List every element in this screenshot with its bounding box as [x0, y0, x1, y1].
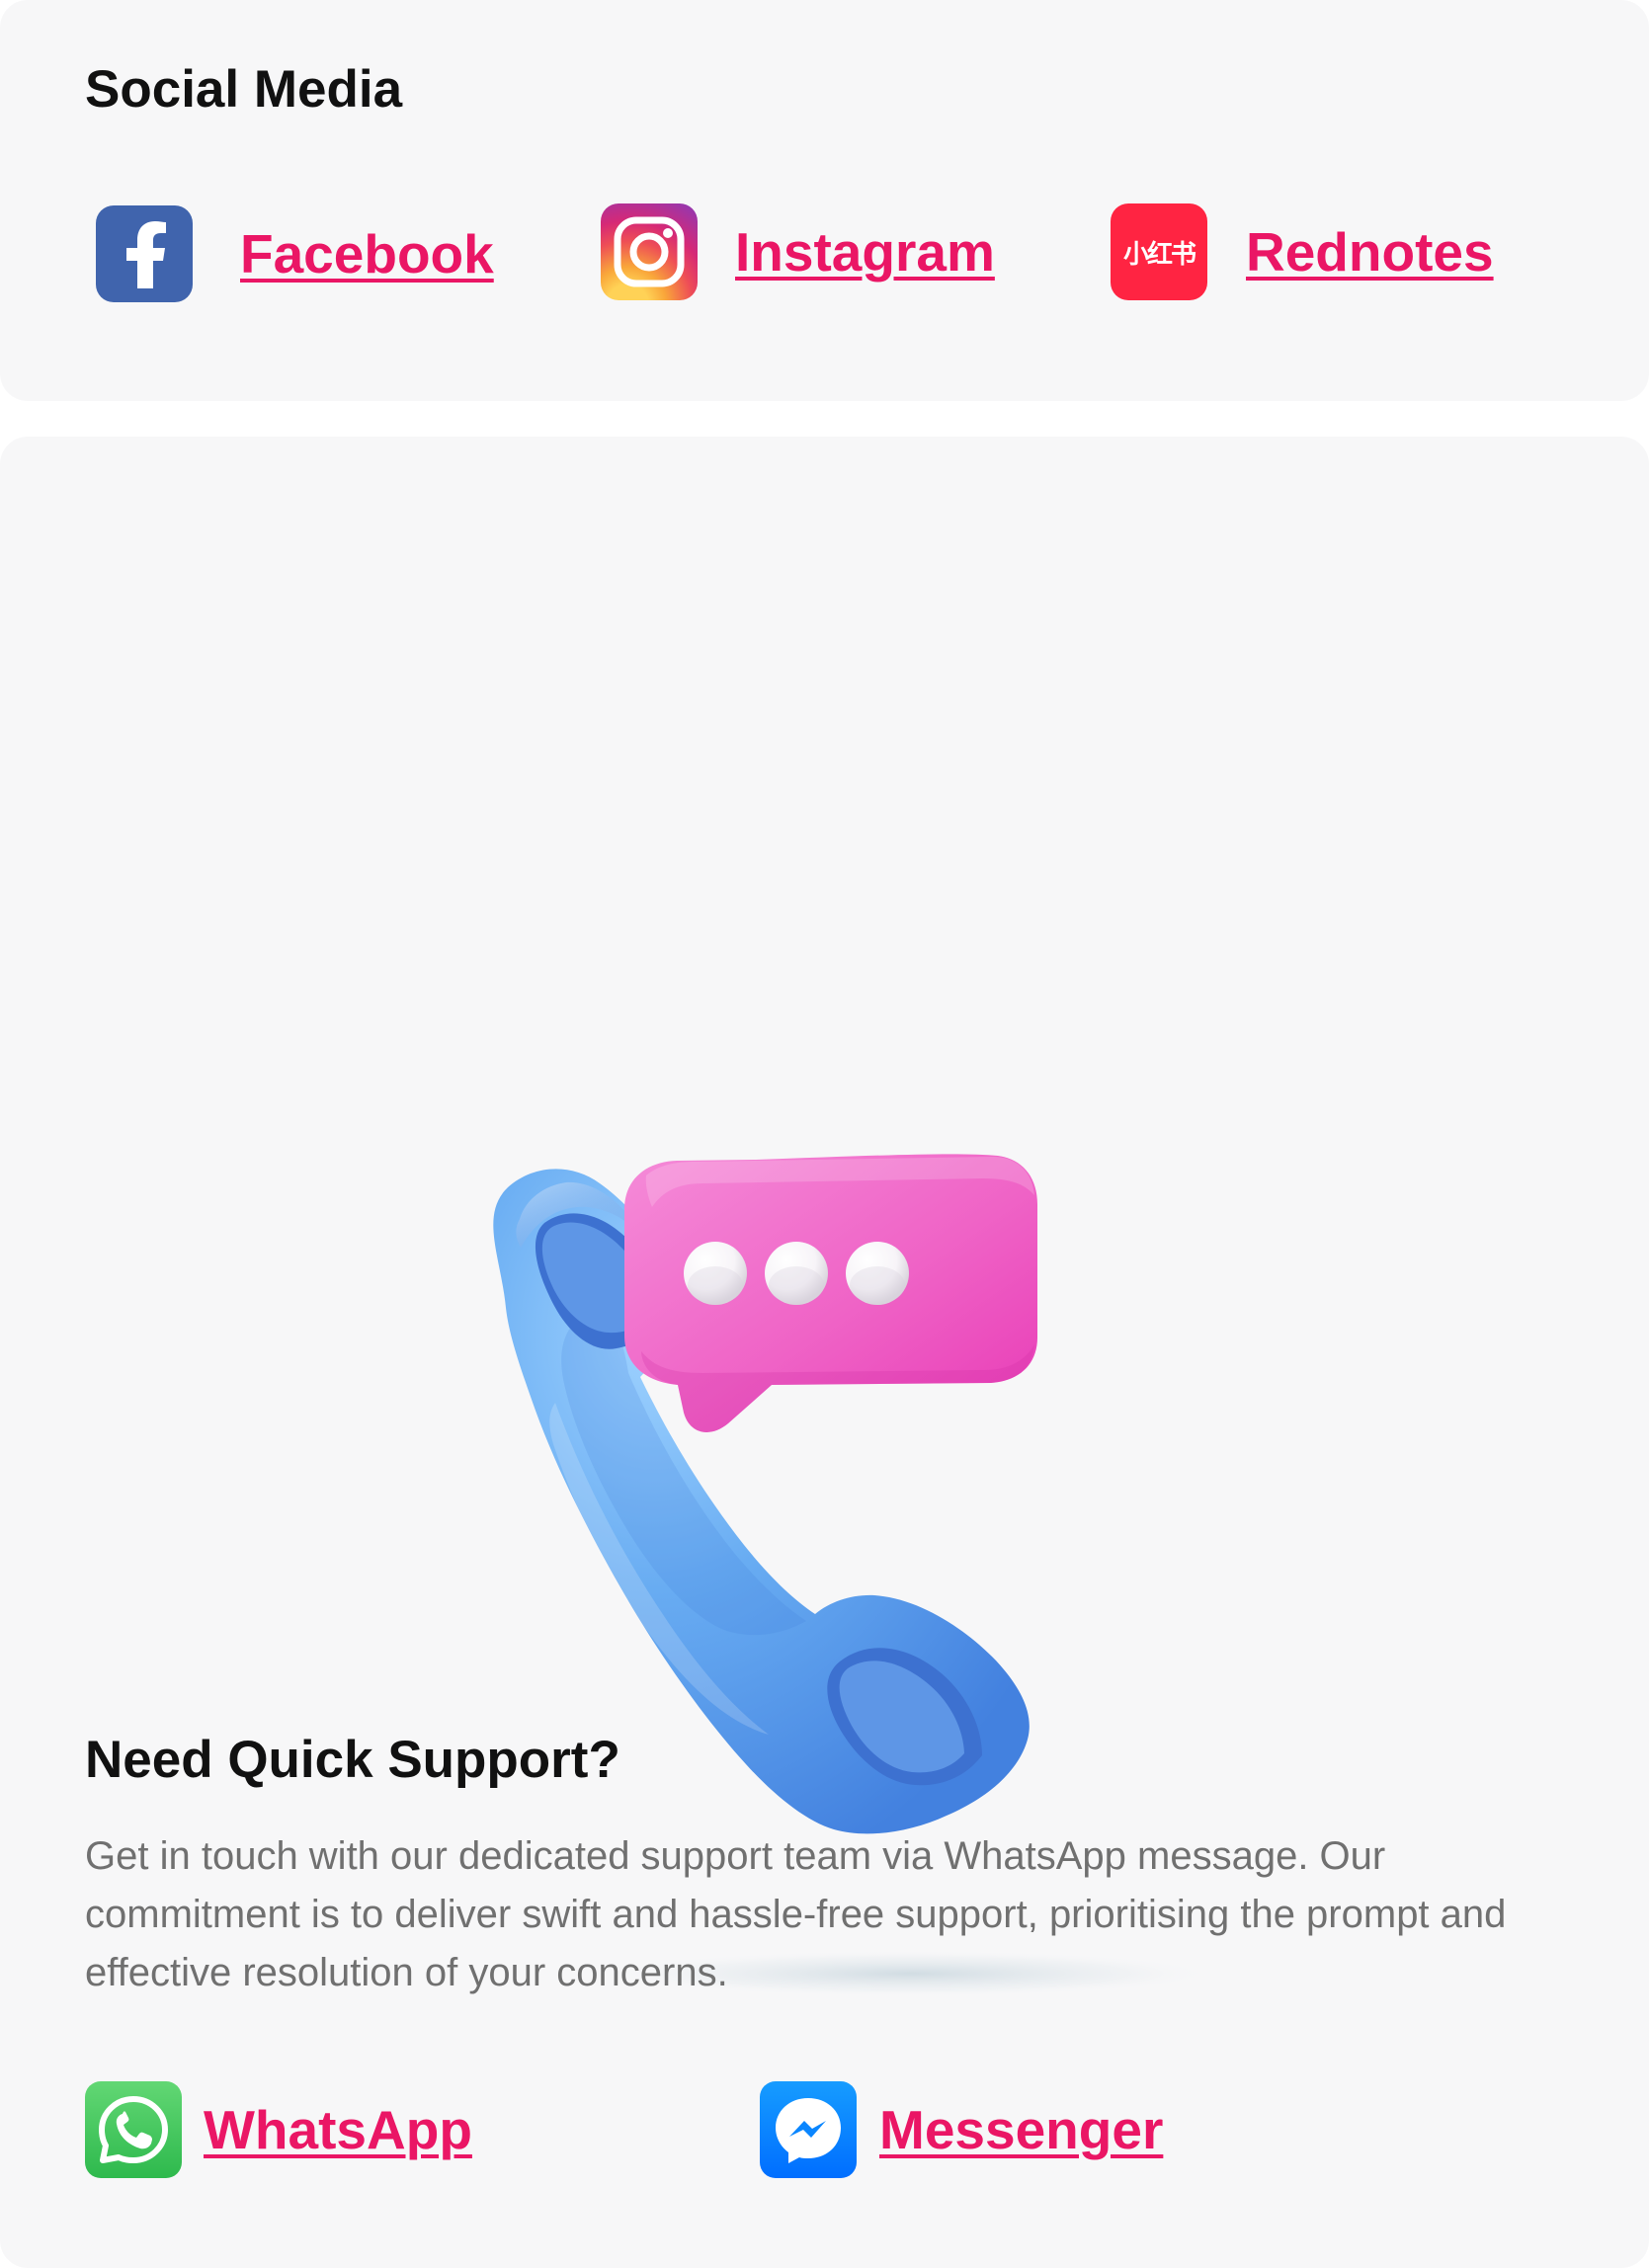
messenger-link[interactable]: Messenger [760, 2081, 1163, 2178]
facebook-link[interactable]: Facebook [96, 205, 494, 302]
messenger-icon [760, 2081, 857, 2178]
facebook-label: Facebook [240, 222, 494, 284]
instagram-icon [601, 203, 698, 300]
instagram-label: Instagram [735, 220, 995, 283]
support-title: Need Quick Support? [85, 1731, 620, 1789]
instagram-link[interactable]: Instagram [601, 203, 995, 300]
messenger-label: Messenger [879, 2098, 1164, 2160]
quick-support-card: Need Quick Support? Get in touch with ou… [0, 437, 1649, 2268]
support-description: Get in touch with our dedicated support … [85, 1834, 1507, 1994]
rednotes-icon-text: 小红书 [1122, 239, 1196, 270]
social-media-title: Social Media [85, 60, 403, 119]
rednotes-icon: 小红书 [1111, 203, 1207, 300]
whatsapp-link[interactable]: WhatsApp [85, 2081, 472, 2178]
whatsapp-label: WhatsApp [204, 2098, 472, 2160]
rednotes-label: Rednotes [1246, 220, 1494, 283]
facebook-icon [96, 205, 193, 302]
whatsapp-icon [85, 2081, 182, 2178]
rednotes-link[interactable]: 小红书 Rednotes [1111, 203, 1494, 300]
social-media-card: Social Media Facebook Instagram 小红书 Redn… [0, 0, 1649, 401]
